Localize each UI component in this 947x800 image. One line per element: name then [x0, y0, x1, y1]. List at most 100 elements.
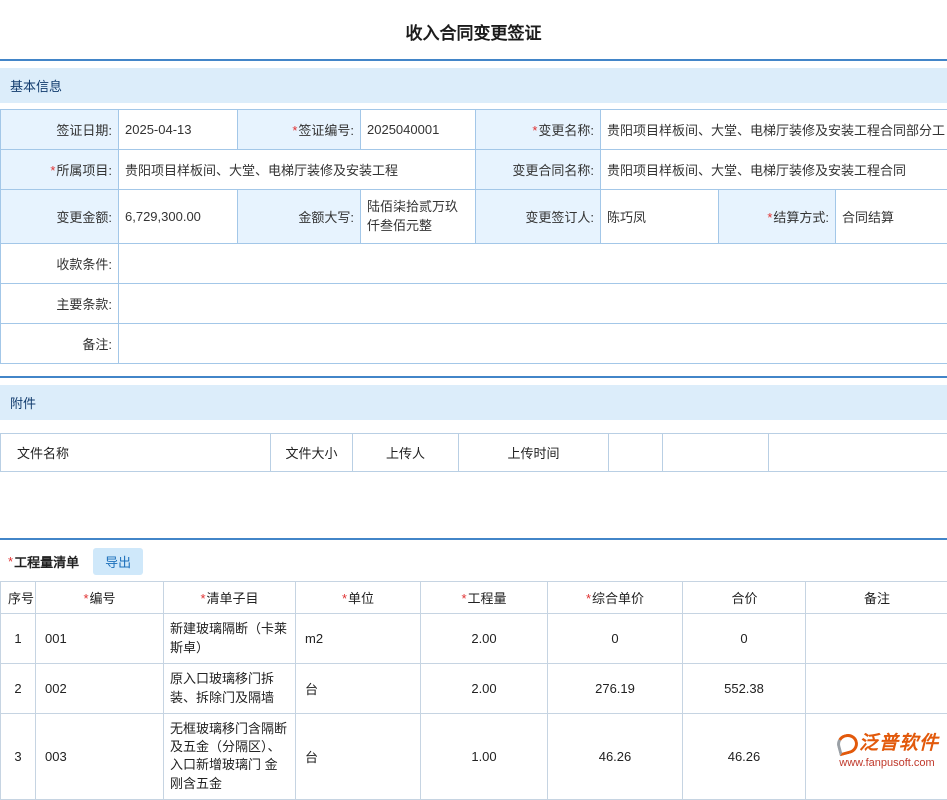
col-label: 工程量: [468, 591, 507, 606]
attach-col-filename: 文件名称: [1, 434, 271, 472]
boq-cell-quantity: 1.00: [421, 714, 548, 800]
boq-table: 序号 *编号 *清单子目 *单位 *工程量 *综合单价 合价 备注 1 001 …: [0, 581, 947, 800]
label-text: 所属项目:: [56, 163, 112, 178]
col-label: 单位: [348, 591, 374, 606]
receipt-terms-value: [119, 244, 947, 284]
section-divider: [0, 376, 947, 378]
basic-info-section-title: 基本信息: [10, 79, 62, 94]
boq-cell-code: 001: [36, 614, 164, 664]
settlement-value: 合同结算: [836, 190, 947, 244]
change-contract-name-label: 变更合同名称:: [476, 150, 601, 190]
change-amount-value: 6,729,300.00: [119, 190, 238, 244]
boq-col-total: 合价: [683, 582, 806, 614]
required-asterisk: *: [532, 123, 537, 138]
settlement-label: *结算方式:: [719, 190, 836, 244]
form-row-2: *所属项目: 贵阳项目样板间、大堂、电梯厅装修及安装工程 变更合同名称: 贵阳项…: [1, 150, 947, 190]
required-asterisk: *: [767, 210, 772, 225]
boq-cell-item: 无框玻璃移门含隔断及五金（分隔区）、入口新增玻璃门 金刚含五金: [164, 714, 296, 800]
boq-section-title: 工程量清单: [14, 552, 79, 571]
form-row-3: 变更金额: 6,729,300.00 金额大写: 陆佰柒拾贰万玖仟叁佰元整 变更…: [1, 190, 947, 244]
attach-col-extra-3: [769, 434, 947, 472]
amount-words-value: 陆佰柒拾贰万玖仟叁佰元整: [361, 190, 476, 244]
form-row-5: 主要条款:: [1, 284, 947, 324]
col-label: 序号: [8, 591, 34, 606]
required-asterisk: *: [586, 591, 591, 606]
col-label: 合价: [731, 591, 757, 606]
boq-cell-total: 552.38: [683, 664, 806, 714]
boq-col-unit: *单位: [296, 582, 421, 614]
boq-cell-unit-price: 0: [548, 614, 683, 664]
project-value: 贵阳项目样板间、大堂、电梯厅装修及安装工程: [119, 150, 476, 190]
attach-col-extra-1: [609, 434, 663, 472]
boq-cell-total: 46.26: [683, 714, 806, 800]
main-terms-label: 主要条款:: [1, 284, 119, 324]
boq-cell-item: 新建玻璃隔断（卡莱斯卓）: [164, 614, 296, 664]
label-text: 签证编号:: [298, 123, 354, 138]
boq-cell-unit-price: 46.26: [548, 714, 683, 800]
required-asterisk: *: [83, 591, 88, 606]
change-signer-value: 陈巧凤: [601, 190, 719, 244]
page-title: 收入合同变更签证: [0, 0, 947, 59]
amount-words-label: 金额大写:: [238, 190, 361, 244]
boq-cell-unit: 台: [296, 664, 421, 714]
boq-cell-item: 原入口玻璃移门拆装、拆除门及隔墙: [164, 664, 296, 714]
change-amount-label: 变更金额:: [1, 190, 119, 244]
boq-section-header: * 工程量清单 导出: [0, 540, 947, 581]
export-button[interactable]: 导出: [93, 548, 143, 575]
attachments-empty-area: [0, 472, 947, 538]
boq-cell-total: 0: [683, 614, 806, 664]
boq-col-quantity: *工程量: [421, 582, 548, 614]
boq-cell-quantity: 2.00: [421, 614, 548, 664]
boq-col-remark: 备注: [806, 582, 947, 614]
sign-no-label: *签证编号:: [238, 110, 361, 150]
col-label: 备注: [864, 591, 890, 606]
section-divider: [0, 59, 947, 61]
attach-col-extra-2: [663, 434, 769, 472]
required-asterisk: *: [342, 591, 347, 606]
change-signer-label: 变更签订人:: [476, 190, 601, 244]
change-name-value: 贵阳项目样板间、大堂、电梯厅装修及安装工程合同部分工: [601, 110, 947, 150]
attachments-header-row: 文件名称 文件大小 上传人 上传时间: [1, 434, 947, 472]
project-label: *所属项目:: [1, 150, 119, 190]
attach-col-filesize: 文件大小: [271, 434, 353, 472]
basic-info-form: 签证日期: 2025-04-13 *签证编号: 2025040001 *变更名称…: [0, 109, 947, 364]
boq-cell-remark: [806, 664, 947, 714]
boq-cell-remark: [806, 614, 947, 664]
boq-row: 2 002 原入口玻璃移门拆装、拆除门及隔墙 台 2.00 276.19 552…: [1, 664, 947, 714]
change-name-label: *变更名称:: [476, 110, 601, 150]
basic-info-section-header: 基本信息: [0, 68, 947, 103]
required-asterisk: *: [50, 163, 55, 178]
sign-date-value: 2025-04-13: [119, 110, 238, 150]
sign-no-value: 2025040001: [361, 110, 476, 150]
boq-row: 3 003 无框玻璃移门含隔断及五金（分隔区）、入口新增玻璃门 金刚含五金 台 …: [1, 714, 947, 800]
attach-col-uploader: 上传人: [353, 434, 459, 472]
form-row-1: 签证日期: 2025-04-13 *签证编号: 2025040001 *变更名称…: [1, 110, 947, 150]
label-text: 变更名称:: [538, 123, 594, 138]
boq-col-unit-price: *综合单价: [548, 582, 683, 614]
col-label: 编号: [90, 591, 116, 606]
boq-cell-unit-price: 276.19: [548, 664, 683, 714]
boq-cell-code: 003: [36, 714, 164, 800]
boq-cell-index: 3: [1, 714, 36, 800]
attachments-table: 文件名称 文件大小 上传人 上传时间: [0, 433, 947, 472]
watermark-url: www.fanpusoft.com: [835, 757, 939, 769]
fanpu-logo-icon: [835, 733, 857, 751]
remark-value: [119, 324, 947, 364]
boq-cell-code: 002: [36, 664, 164, 714]
boq-col-item: *清单子目: [164, 582, 296, 614]
required-asterisk: *: [461, 591, 466, 606]
required-asterisk: *: [8, 554, 13, 569]
fanpu-watermark: 泛普软件 www.fanpusoft.com: [835, 733, 939, 769]
main-terms-value: [119, 284, 947, 324]
attach-col-upload-time: 上传时间: [459, 434, 609, 472]
attachments-section-header: 附件: [0, 385, 947, 420]
boq-cell-unit: 台: [296, 714, 421, 800]
change-contract-name-value: 贵阳项目样板间、大堂、电梯厅装修及安装工程合同: [601, 150, 947, 190]
watermark-brand: 泛普软件: [859, 733, 939, 754]
boq-row: 1 001 新建玻璃隔断（卡莱斯卓） m2 2.00 0 0: [1, 614, 947, 664]
col-label: 清单子目: [207, 591, 259, 606]
boq-cell-unit: m2: [296, 614, 421, 664]
col-label: 综合单价: [592, 591, 644, 606]
form-row-4: 收款条件:: [1, 244, 947, 284]
boq-cell-quantity: 2.00: [421, 664, 548, 714]
